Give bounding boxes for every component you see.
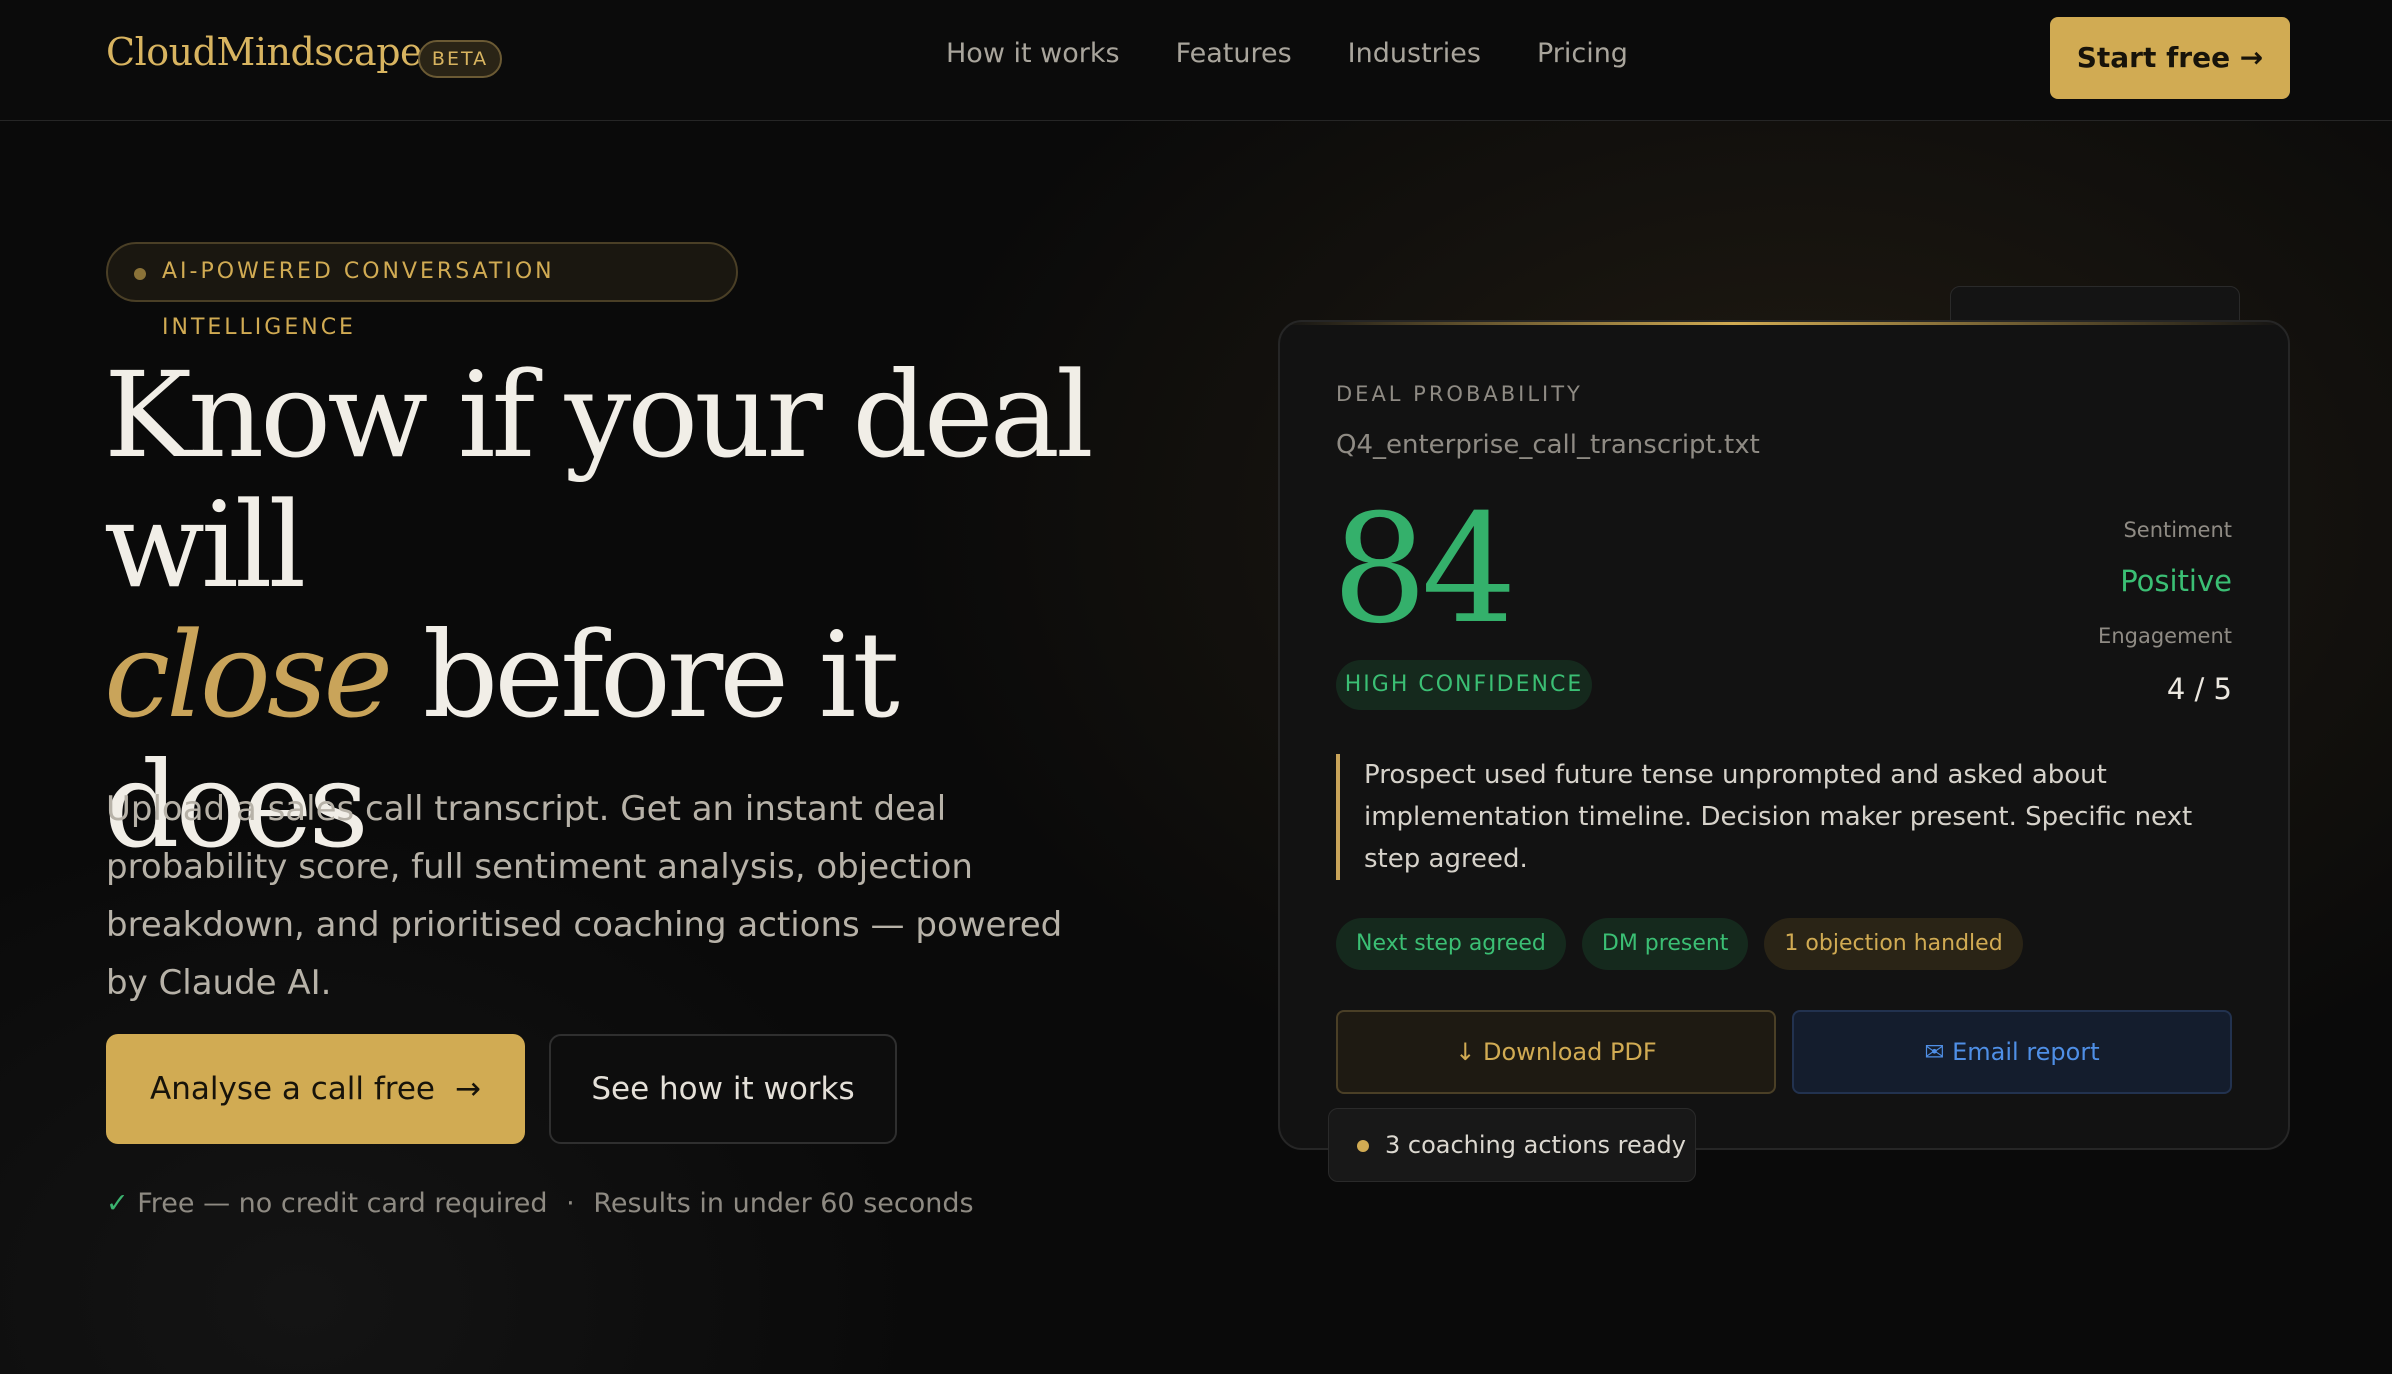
tag-dm-present: DM present — [1581, 918, 1749, 970]
tag-objection-handled: 1 objection handled — [1764, 918, 2023, 970]
start-free-button[interactable]: Start free → — [2050, 17, 2290, 99]
nav-link-industries[interactable]: Industries — [1348, 38, 1481, 69]
beta-badge: BETA — [418, 40, 502, 78]
engagement-value: 4 / 5 — [2166, 672, 2232, 706]
eyebrow-text: AI-POWERED CONVERSATION INTELLIGENCE — [162, 259, 555, 340]
card-label: DEAL PROBABILITY — [1336, 382, 1583, 406]
fineprint-free: Free — no credit card required — [137, 1188, 548, 1219]
fineprint-results: Results in under 60 seconds — [593, 1188, 974, 1219]
headline-accent: close — [104, 606, 393, 744]
logo[interactable]: CloudMindscape — [106, 30, 423, 74]
deal-score: 84 — [1332, 483, 1517, 657]
see-how-it-works-button[interactable]: See how it works — [549, 1034, 897, 1144]
confidence-badge: HIGH CONFIDENCE — [1336, 660, 1592, 710]
nav-link-how-it-works[interactable]: How it works — [946, 38, 1120, 69]
card-accent-line — [1280, 322, 2288, 325]
nav-link-pricing[interactable]: Pricing — [1537, 38, 1628, 69]
nav-link-features[interactable]: Features — [1176, 38, 1292, 69]
eyebrow-pill: AI-POWERED CONVERSATION INTELLIGENCE — [106, 242, 738, 340]
eyebrow-dot-icon — [134, 268, 146, 280]
headline-line-1: Know if your deal will — [104, 346, 1094, 614]
tag-next-step: Next step agreed — [1336, 918, 1566, 970]
analyse-call-label: Analyse a call free — [150, 1071, 435, 1107]
hero-subcopy: Upload a sales call transcript. Get an i… — [106, 789, 1063, 1003]
analysis-quote: Prospect used future tense unprompted an… — [1336, 754, 2236, 880]
nav-links: How it works Features Industries Pricing — [946, 38, 1628, 69]
email-report-button[interactable]: ✉ Email report — [1792, 1010, 2232, 1094]
toast-text: 3 coaching actions ready — [1385, 1131, 1686, 1159]
download-pdf-button[interactable]: ↓ Download PDF — [1336, 1010, 1776, 1094]
engagement-label: Engagement — [2098, 624, 2232, 648]
sentiment-label: Sentiment — [2123, 518, 2232, 542]
deal-probability-card: DEAL PROBABILITY Q4_enterprise_call_tran… — [1278, 320, 2290, 1150]
fineprint: ✓ Free — no credit card required · Resul… — [106, 1188, 974, 1219]
analyse-call-button[interactable]: Analyse a call free → — [106, 1034, 525, 1144]
top-nav: CloudMindscape BETA How it works Feature… — [0, 0, 2392, 121]
sentiment-value: Positive — [2120, 564, 2232, 598]
fineprint-separator: · — [566, 1188, 575, 1219]
status-dot-icon — [1357, 1140, 1369, 1152]
check-icon: ✓ — [106, 1188, 129, 1219]
coaching-toast: 3 coaching actions ready — [1328, 1108, 1696, 1182]
signal-tags: Next step agreed DM present 1 objection … — [1336, 918, 2023, 970]
transcript-filename: Q4_enterprise_call_transcript.txt — [1336, 430, 1760, 460]
arrow-right-icon: → — [455, 1071, 481, 1107]
